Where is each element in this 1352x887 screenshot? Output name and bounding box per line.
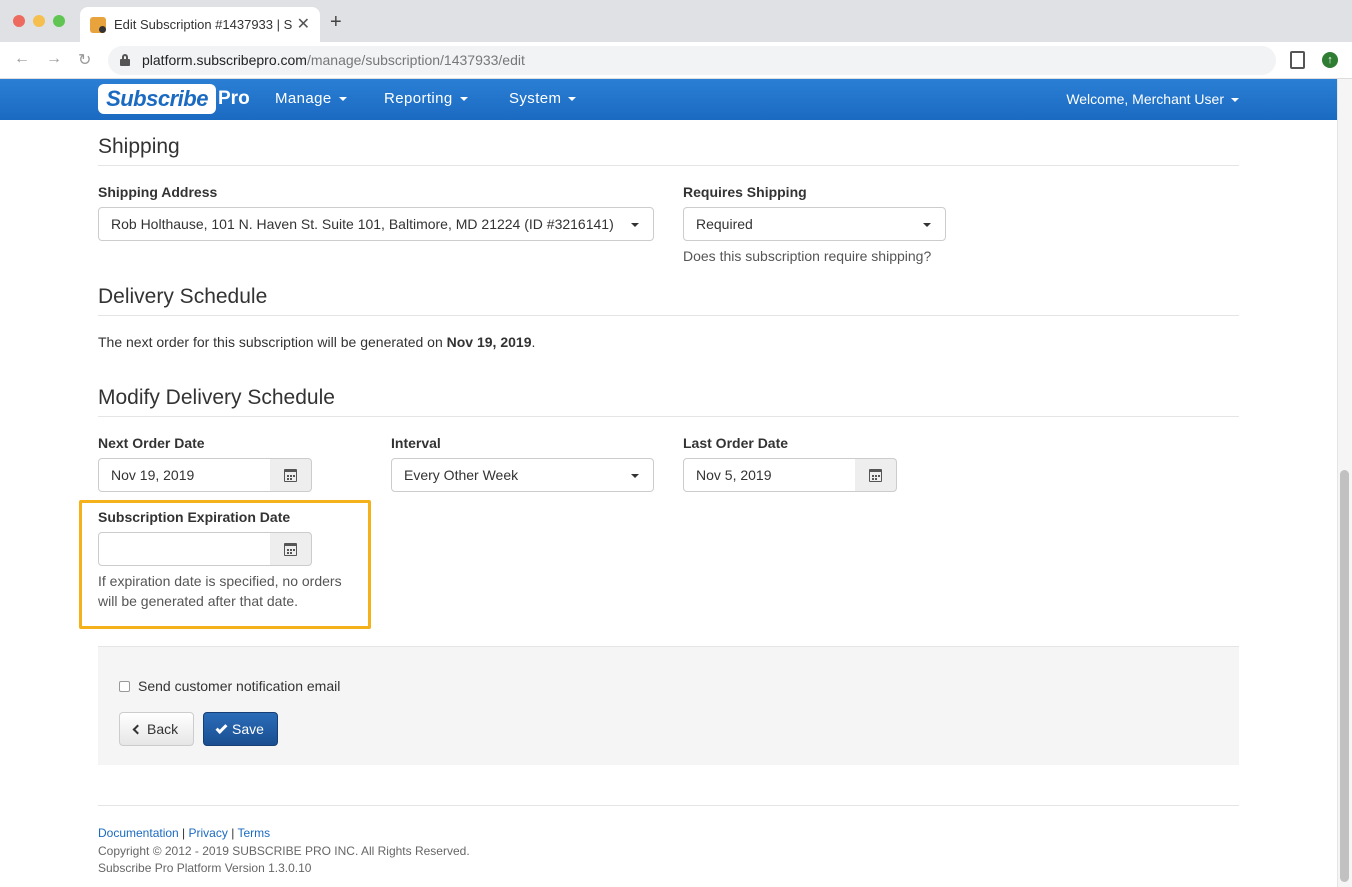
browser-tab[interactable]: Edit Subscription #1437933 | S ✕ [80,7,320,42]
dropdown-caret-icon [631,474,639,478]
last-order-date-input[interactable]: Nov 5, 2019 [683,458,856,492]
scrollbar-thumb[interactable] [1340,470,1349,882]
shipping-address-label: Shipping Address [98,184,218,200]
interval-label: Interval [391,435,441,451]
close-tab-icon[interactable]: ✕ [297,14,310,34]
last-order-calendar-button[interactable] [855,458,897,492]
footer-links: Documentation | Privacy | Terms [98,826,271,840]
calendar-icon [284,543,297,556]
new-tab-icon[interactable]: + [330,12,342,32]
expiration-calendar-button[interactable] [270,532,312,566]
expiration-help: If expiration date is specified, no orde… [98,573,342,609]
copyright-text: Copyright © 2012 - 2019 SUBSCRIBE PRO IN… [98,844,470,858]
next-order-date-group: Nov 19, 2019 [98,458,312,492]
nav-manage-menu[interactable]: Manage [275,90,347,107]
interval-select[interactable]: Every Other Week [391,458,654,492]
caret-down-icon [338,97,347,102]
documentation-link[interactable]: Documentation [98,826,179,840]
close-window-button[interactable] [13,15,25,27]
url-input[interactable]: platform.subscribepro.com/manage/subscri… [108,46,1276,75]
caret-down-icon [459,97,468,102]
address-bar: ← → ↻ platform.subscribepro.com/manage/s… [0,42,1352,79]
logo-main-text: Subscribe [98,84,216,114]
terms-link[interactable]: Terms [237,826,270,840]
browser-tab-bar: Edit Subscription #1437933 | S ✕ + [0,0,1352,42]
form-actions: Send customer notification email Back Sa… [98,646,1239,765]
footer-divider [98,805,1239,806]
caret-down-icon [1231,98,1239,103]
lock-icon [120,54,130,66]
shipping-address-select[interactable]: Rob Holthause, 101 N. Haven St. Suite 10… [98,207,654,241]
upload-extension-icon[interactable]: ↑ [1322,52,1338,68]
notify-checkbox-label[interactable]: Send customer notification email [138,678,340,694]
requires-shipping-select[interactable]: Required [683,207,946,241]
notify-checkbox[interactable] [119,681,130,692]
checkmark-icon [215,721,228,735]
next-order-date-input[interactable]: Nov 19, 2019 [98,458,271,492]
user-menu[interactable]: Welcome, Merchant User [1066,91,1239,107]
nav-system-menu[interactable]: System [509,90,577,107]
favicon-icon [90,17,106,33]
dropdown-caret-icon [923,223,931,227]
next-order-text: The next order for this subscription wil… [98,334,536,350]
logo-pro-text: Pro [218,88,250,109]
delivery-schedule-heading: Delivery Schedule [98,285,1239,316]
next-order-calendar-button[interactable] [270,458,312,492]
tab-title: Edit Subscription #1437933 | S [114,17,293,32]
app-navbar: Subscribe Pro Manage Reporting System We… [0,79,1337,120]
save-button[interactable]: Save [203,712,278,746]
maximize-window-button[interactable] [53,15,65,27]
caret-down-icon [568,97,577,102]
url-path: /manage/subscription/1437933/edit [306,52,525,68]
back-arrow-icon[interactable]: ← [14,50,30,68]
minimize-window-button[interactable] [33,15,45,27]
next-order-date: Nov 19, 2019 [446,334,532,350]
calendar-icon [869,469,882,482]
shipping-heading: Shipping [98,135,1239,166]
expiration-date-label: Subscription Expiration Date [98,509,291,525]
last-order-date-label: Last Order Date [683,435,789,451]
nav-reporting-menu[interactable]: Reporting [384,90,468,107]
next-order-date-label: Next Order Date [98,435,205,451]
requires-shipping-help: Does this subscription require shipping? [683,248,932,264]
subscribe-pro-logo[interactable]: Subscribe Pro [98,84,250,114]
expiration-date-input[interactable] [98,532,271,566]
chevron-left-icon [132,724,143,735]
reload-icon[interactable]: ↻ [78,50,91,70]
last-order-date-group: Nov 5, 2019 [683,458,897,492]
modify-delivery-heading: Modify Delivery Schedule [98,386,1239,417]
back-button[interactable]: Back [119,712,194,746]
version-text: Subscribe Pro Platform Version 1.3.0.10 [98,861,312,875]
forward-arrow-icon[interactable]: → [46,50,62,68]
expiration-date-group [98,532,312,566]
clipboard-extension-icon[interactable] [1290,51,1305,69]
dropdown-caret-icon [631,223,639,227]
calendar-icon [284,469,297,482]
privacy-link[interactable]: Privacy [189,826,228,840]
requires-shipping-label: Requires Shipping [683,184,807,200]
url-host: platform.subscribepro.com [142,52,307,68]
